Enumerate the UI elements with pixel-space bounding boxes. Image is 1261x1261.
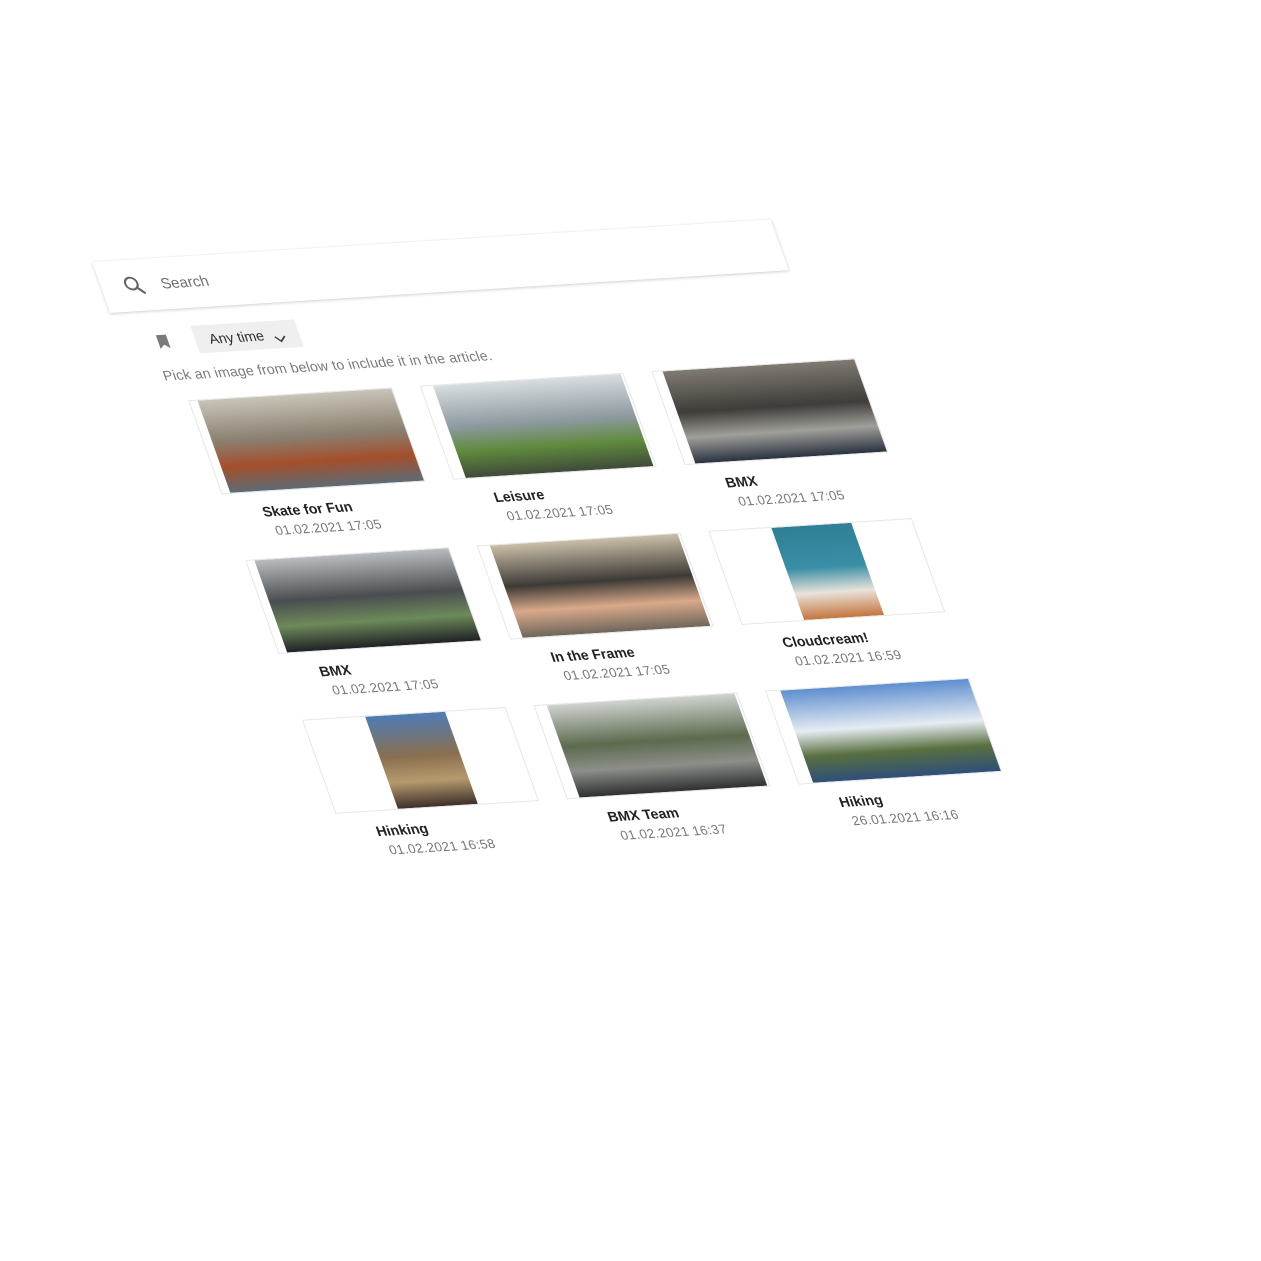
image-card[interactable]: BMX Team 01.02.2021 16:37: [533, 692, 787, 845]
photo: [365, 711, 478, 809]
image-thumbnail[interactable]: [301, 706, 540, 814]
chevron-down-icon: [272, 330, 287, 343]
image-card[interactable]: Hinking 01.02.2021 16:58: [301, 706, 556, 860]
search-icon: [119, 274, 149, 297]
search-input[interactable]: [155, 242, 666, 294]
photo: [662, 359, 887, 464]
image-thumbnail[interactable]: [651, 358, 889, 466]
photo: [546, 693, 768, 798]
image-thumbnail[interactable]: [476, 532, 714, 640]
photo: [254, 548, 483, 653]
screen: Any time Pick an image from below to inc…: [0, 0, 1261, 1261]
time-filter-dropdown[interactable]: Any time: [190, 319, 305, 354]
image-card[interactable]: Cloudcream! 01.02.2021 16:59: [708, 518, 962, 671]
image-thumbnail[interactable]: [419, 372, 657, 480]
image-card[interactable]: BMX 01.02.2021 17:05: [651, 358, 905, 511]
photo: [433, 374, 654, 478]
image-picker-panel: Any time Pick an image from below to inc…: [92, 219, 1003, 862]
photo: [780, 678, 1003, 783]
photo: [197, 388, 426, 493]
image-thumbnail[interactable]: [765, 677, 1003, 785]
image-card[interactable]: BMX 01.02.2021 17:05: [245, 547, 499, 700]
image-thumbnail[interactable]: [533, 692, 771, 800]
photo: [771, 522, 884, 620]
image-card[interactable]: In the Frame 01.02.2021 17:05: [476, 532, 731, 686]
bookmark-icon[interactable]: [155, 334, 172, 349]
image-card[interactable]: Hiking 26.01.2021 16:16: [765, 677, 1019, 831]
photo: [489, 533, 711, 638]
time-filter-label: Any time: [206, 327, 267, 347]
image-card[interactable]: Leisure 01.02.2021 17:05: [419, 372, 674, 526]
image-thumbnail[interactable]: [188, 387, 426, 495]
image-thumbnail[interactable]: [708, 518, 946, 625]
image-grid: Skate for Fun 01.02.2021 17:05 Leisure 01.0…: [188, 358, 1003, 860]
image-thumbnail[interactable]: [245, 547, 483, 655]
image-card[interactable]: Skate for Fun 01.02.2021 17:05: [188, 387, 442, 540]
